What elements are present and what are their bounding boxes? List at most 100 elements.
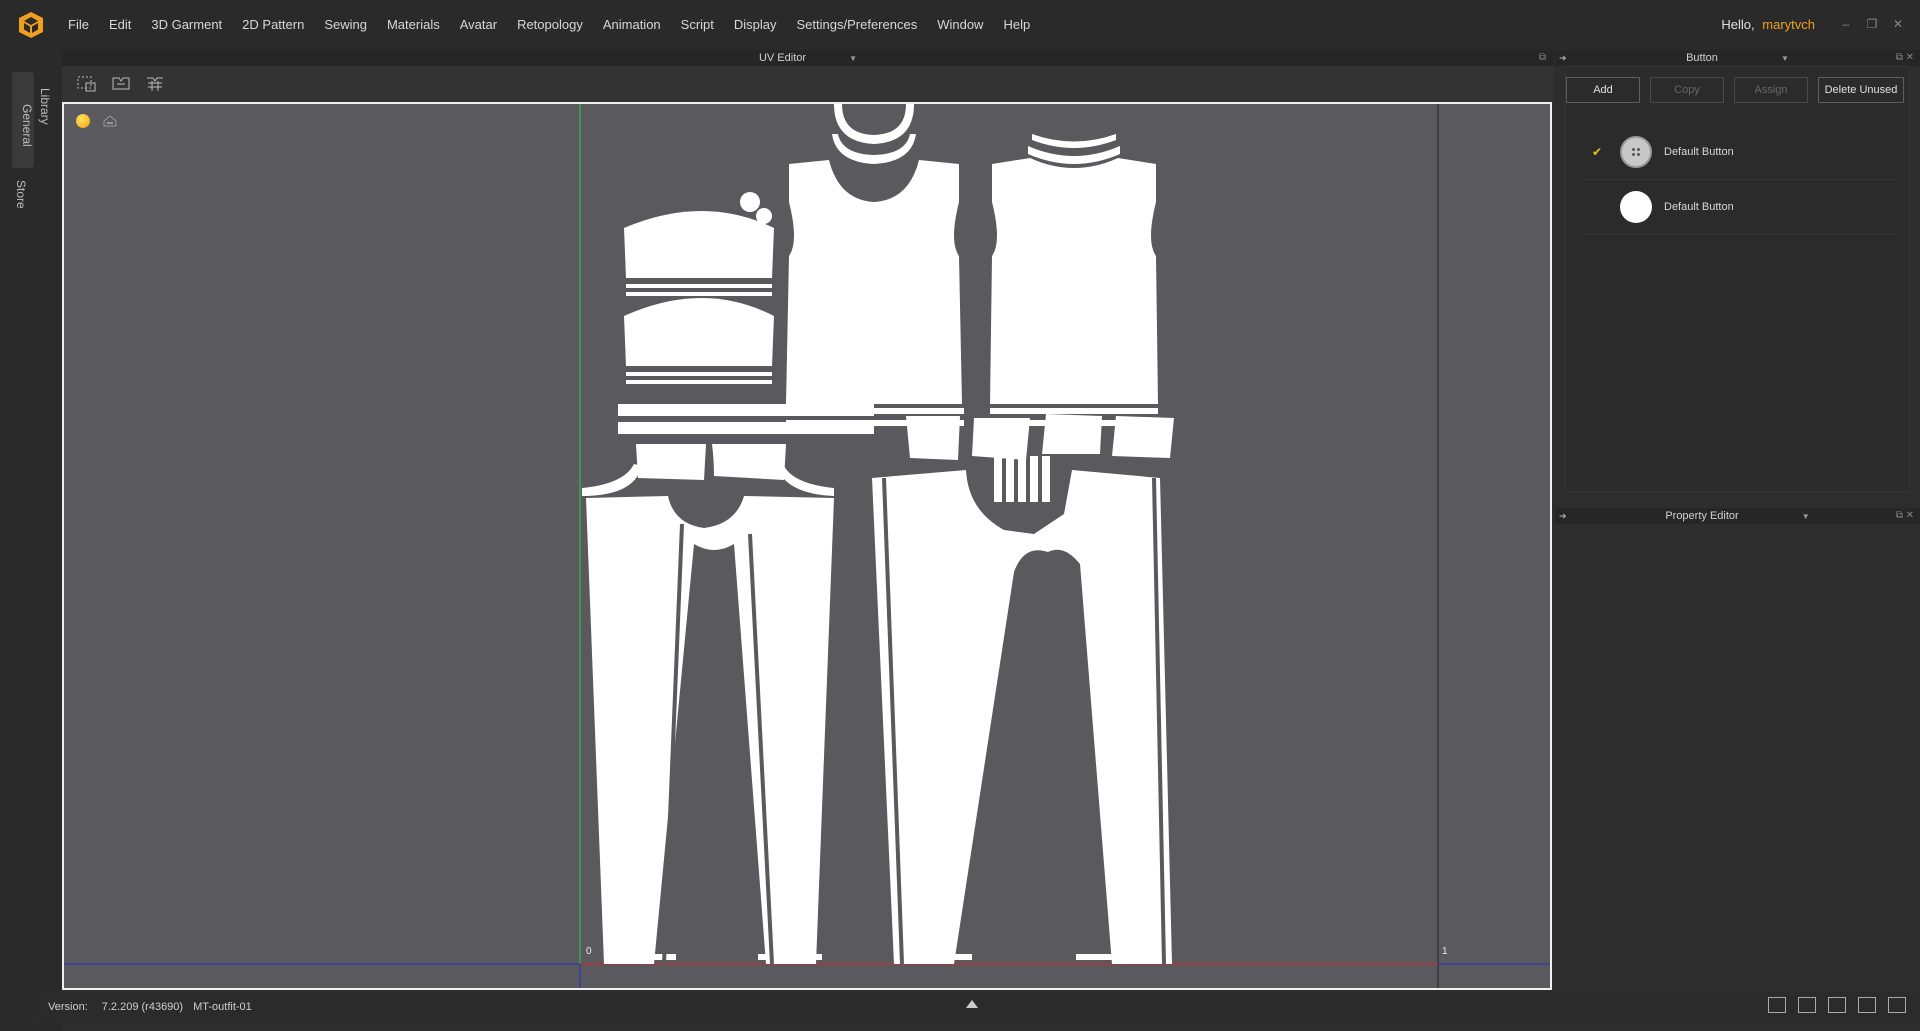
vest-front [786,160,962,404]
layout-single-icon[interactable] [1768,997,1786,1013]
menu-window[interactable]: Window [927,0,993,50]
copy-button[interactable]: Copy [1650,77,1724,103]
button-holes-icon [1632,148,1640,156]
canvas-tools [76,114,118,128]
button-uv-1 [740,192,760,212]
layout-quad-icon[interactable] [1858,997,1876,1013]
chevron-down-icon[interactable]: ▼ [849,54,857,63]
pocket-right-4 [1112,416,1174,458]
pocket-left-2 [712,444,786,480]
uv-editor-title: UV Editor [758,52,807,64]
trouser-back [872,470,1172,964]
chevron-down-icon[interactable]: ▼ [1802,512,1810,521]
trouser-back-cuff-2 [1076,954,1142,960]
pocket-left-1 [636,444,706,480]
version-label: Version: [48,1001,88,1013]
neck-rib-back-2 [1028,146,1120,164]
list-item[interactable]: ✔ Default Button [1580,125,1900,180]
layout-triple-icon[interactable] [1828,997,1846,1013]
button-panel-title: Button [1686,52,1718,64]
collapse-panel-icon[interactable] [966,1000,978,1008]
uv-origin-label: 0 [586,946,592,957]
property-editor-header: ➜ Property Editor ▼ ⧉ ✕ [1555,508,1920,524]
trouser-front-pocket-edge-2 [776,466,834,496]
belt-loop-5 [1042,456,1050,502]
chevron-down-icon[interactable]: ▼ [1781,54,1789,63]
check-icon: ✔ [1592,145,1603,159]
restore-icon[interactable]: ❐ [1864,16,1880,32]
layout-split-icon[interactable] [1798,997,1816,1013]
button-actions: Add Copy Assign Delete Unused [1566,77,1904,103]
uv-one-label: 1 [1442,946,1448,957]
sleeve-2-stripe-2 [626,380,772,384]
sleeve-1-stripe-1 [626,284,772,288]
menu-retopology[interactable]: Retopology [507,0,593,50]
menu-animation[interactable]: Animation [593,0,671,50]
sleeve-1-stripe-2 [626,292,772,296]
menu-help[interactable]: Help [993,0,1040,50]
waistband-1 [618,404,874,416]
list-item[interactable]: Default Button [1580,180,1900,235]
menu-settings-preferences[interactable]: Settings/Preferences [787,0,928,50]
waistband-2 [618,422,874,434]
trouser-back-cuff-1 [906,954,972,960]
property-editor-panel [1555,524,1920,990]
tab-library[interactable]: Library [38,88,52,125]
project-name: MT-outfit-01 [193,1001,252,1013]
version-value: 7.2.209 (r43690) [101,1001,184,1013]
menu-script[interactable]: Script [671,0,724,50]
window-controls: – ❐ ✕ [1838,16,1906,32]
username-link[interactable]: marytvch [1762,17,1815,32]
menu-file[interactable]: File [58,0,99,50]
float-close-icon[interactable]: ⧉ ✕ [1896,508,1914,524]
add-button[interactable]: Add [1566,77,1640,103]
left-side-tabs: General Library Store [0,50,62,1031]
button-swatch [1620,191,1652,223]
close-icon[interactable]: ✕ [1890,16,1906,32]
menu-edit[interactable]: Edit [99,0,141,50]
menu-bar: File Edit 3D Garment 2D Pattern Sewing M… [0,0,1920,50]
uv-transform-icon[interactable] [110,74,132,94]
menu-avatar[interactable]: Avatar [450,0,507,50]
tab-general[interactable]: General [12,72,34,168]
uv-grid-icon[interactable] [144,74,166,94]
layout-custom-icon[interactable] [1888,997,1906,1013]
minimize-icon[interactable]: – [1838,16,1854,32]
menu-materials[interactable]: Materials [377,0,450,50]
trouser-front-cuff-1 [612,954,676,960]
button-item-label: Default Button [1664,146,1734,158]
sleeve-2-stripe-1 [626,372,772,376]
float-close-icon[interactable]: ⧉ ✕ [1896,50,1914,66]
assign-button[interactable]: Assign [1734,77,1808,103]
uv-canvas[interactable]: 0 1 [62,102,1552,990]
belt-loop-2 [1006,456,1014,502]
belt-loop-1 [994,456,1002,502]
delete-unused-button[interactable]: Delete Unused [1818,77,1904,103]
property-editor-title: Property Editor [1665,510,1739,522]
tab-store[interactable]: Store [14,180,28,209]
menu-2d-pattern[interactable]: 2D Pattern [232,0,314,50]
user-greeting: Hello, marytvch [1721,0,1815,50]
vest-back-stripe-1 [990,408,1158,414]
pin-icon[interactable]: ➜ [1559,50,1567,66]
button-uv-2 [756,208,772,224]
uv-editor-header: UV Editor ▼ ⧉ [62,50,1554,66]
button-panel: Add Copy Assign Delete Unused ✔ Default … [1565,66,1910,492]
pocket-right-1 [906,416,960,460]
menu-3d-garment[interactable]: 3D Garment [141,0,232,50]
tag-icon[interactable] [102,114,118,128]
sun-icon[interactable] [76,114,90,128]
menu-sewing[interactable]: Sewing [314,0,377,50]
belt-loop-4 [1030,456,1038,502]
pocket-right-3 [1042,414,1102,454]
button-list: ✔ Default Button Default Button [1580,125,1900,235]
layout-switcher [1768,997,1906,1013]
float-panel-icon[interactable]: ⧉ [1539,50,1546,66]
app-logo-icon[interactable] [16,10,46,40]
trouser-front-pocket-edge-1 [582,464,642,496]
menu-display[interactable]: Display [724,0,787,50]
neck-rib-back-1 [1032,134,1116,148]
uv-select-icon[interactable] [76,74,98,94]
pin-icon[interactable]: ➜ [1559,508,1567,524]
sleeve-piece-2 [624,298,774,366]
